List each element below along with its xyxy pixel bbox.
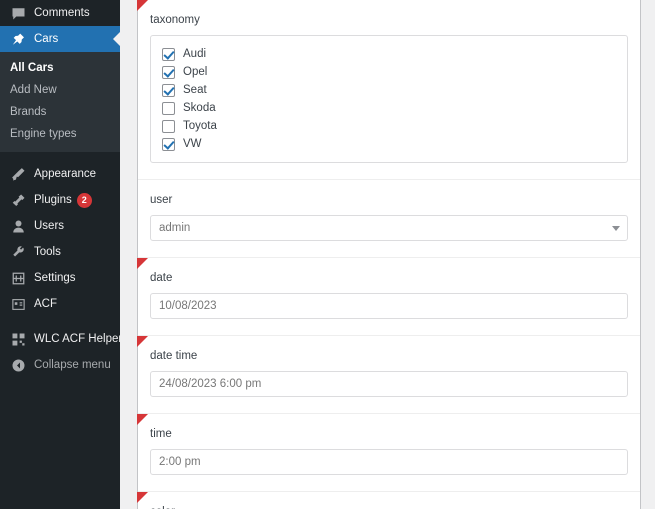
sidebar-item-wlc-acf-helper[interactable]: WLC ACF Helper [0, 326, 120, 352]
content-area: taxonomy Audi Opel Seat Skoda Toyota VW … [120, 0, 655, 509]
date-input[interactable]: 10/08/2023 [150, 293, 628, 319]
sidebar-item-tools[interactable]: Tools [0, 239, 120, 265]
checkbox-label: Seat [183, 84, 207, 96]
admin-sidebar: Comments Cars All Cars Add New Brands En… [0, 0, 120, 509]
plugins-icon [9, 191, 27, 209]
sidebar-item-comments[interactable]: Comments [0, 0, 120, 26]
submenu-item-label: Engine types [10, 128, 77, 140]
pin-icon [9, 30, 27, 48]
field-label-user: user [150, 194, 173, 206]
sidebar-item-settings[interactable]: Settings [0, 265, 120, 291]
field-label-date-time: date time [150, 350, 198, 362]
taxonomy-checkbox-group: Audi Opel Seat Skoda Toyota VW [150, 35, 628, 163]
user-select-wrapper: admin [150, 215, 628, 241]
checkbox-item-skoda[interactable]: Skoda [162, 99, 616, 117]
sidebar-collapse-menu[interactable]: Collapse menu [0, 352, 120, 378]
appearance-icon [9, 165, 27, 183]
checkbox-label: Skoda [183, 102, 216, 114]
checkbox-item-toyota[interactable]: Toyota [162, 117, 616, 135]
required-flag-icon [137, 258, 148, 269]
field-row-date: date 10/08/2023 [137, 258, 640, 336]
submenu-item-brands[interactable]: Brands [0, 101, 120, 123]
required-flag-icon [137, 414, 148, 425]
field-label-date: date [150, 272, 173, 284]
checkbox-item-opel[interactable]: Opel [162, 63, 616, 81]
wordpress-admin-screen: Comments Cars All Cars Add New Brands En… [0, 0, 655, 509]
sidebar-item-label: ACF [34, 298, 57, 310]
comments-icon [9, 4, 27, 22]
acf-icon [9, 295, 27, 313]
sidebar-item-label: WLC ACF Helper [34, 333, 120, 345]
sidebar-item-label: Collapse menu [34, 359, 111, 371]
checkbox-label: Toyota [183, 120, 217, 132]
checkbox-skoda[interactable] [162, 101, 175, 115]
menu-separator [0, 152, 120, 161]
date-time-input[interactable]: 24/08/2023 6:00 pm [150, 371, 628, 397]
sidebar-item-label: Cars [34, 33, 59, 45]
submenu-item-engine-types[interactable]: Engine types [0, 123, 120, 145]
required-flag-icon [137, 0, 148, 11]
field-row-date-time: date time 24/08/2023 6:00 pm [137, 336, 640, 414]
field-row-taxonomy: taxonomy Audi Opel Seat Skoda Toyota VW [137, 0, 640, 180]
field-row-user: user admin [138, 180, 640, 258]
sidebar-item-acf[interactable]: ACF [0, 291, 120, 317]
sidebar-item-label: Settings [34, 272, 76, 284]
required-flag-icon [137, 336, 148, 347]
checkbox-toyota[interactable] [162, 119, 175, 133]
acf-fields-metabox: taxonomy Audi Opel Seat Skoda Toyota VW … [137, 0, 641, 509]
checkbox-label: Audi [183, 48, 207, 60]
field-label-time: time [150, 428, 172, 440]
sidebar-item-label: Tools [34, 246, 61, 258]
wlc-acf-helper-icon [9, 330, 27, 348]
tools-icon [9, 243, 27, 261]
checkbox-item-vw[interactable]: VW [162, 135, 616, 153]
field-row-color: color Select Color [137, 492, 640, 509]
field-row-time: time 2:00 pm [137, 414, 640, 492]
checkbox-item-audi[interactable]: Audi [162, 45, 616, 63]
checkbox-label: VW [183, 138, 202, 150]
sidebar-item-label: Comments [34, 7, 90, 19]
sidebar-item-label: Plugins [34, 194, 72, 206]
time-input[interactable]: 2:00 pm [150, 449, 628, 475]
settings-icon [9, 269, 27, 287]
menu-separator [0, 317, 120, 326]
sidebar-item-plugins[interactable]: Plugins 2 [0, 187, 120, 213]
checkbox-vw[interactable] [162, 137, 175, 151]
sidebar-item-appearance[interactable]: Appearance [0, 161, 120, 187]
sidebar-item-label: Users [34, 220, 65, 232]
checkbox-opel[interactable] [162, 65, 175, 79]
checkbox-seat[interactable] [162, 83, 175, 97]
sidebar-item-users[interactable]: Users [0, 213, 120, 239]
submenu-item-all-cars[interactable]: All Cars [0, 57, 120, 79]
plugins-update-badge: 2 [76, 192, 92, 208]
submenu-item-label: All Cars [10, 62, 54, 74]
required-flag-icon [137, 492, 148, 503]
sidebar-item-label: Appearance [34, 168, 97, 180]
field-label-taxonomy: taxonomy [150, 14, 200, 26]
chevron-down-icon[interactable] [612, 226, 620, 231]
submenu-item-label: Brands [10, 106, 47, 118]
submenu-item-label: Add New [10, 84, 57, 96]
sidebar-item-cars[interactable]: Cars [0, 26, 120, 52]
submenu-item-add-new[interactable]: Add New [0, 79, 120, 101]
user-select[interactable]: admin [150, 215, 628, 241]
checkbox-label: Opel [183, 66, 208, 78]
cars-submenu: All Cars Add New Brands Engine types [0, 52, 120, 152]
users-icon [9, 217, 27, 235]
checkbox-audi[interactable] [162, 47, 175, 61]
checkbox-item-seat[interactable]: Seat [162, 81, 616, 99]
collapse-icon [9, 356, 27, 374]
